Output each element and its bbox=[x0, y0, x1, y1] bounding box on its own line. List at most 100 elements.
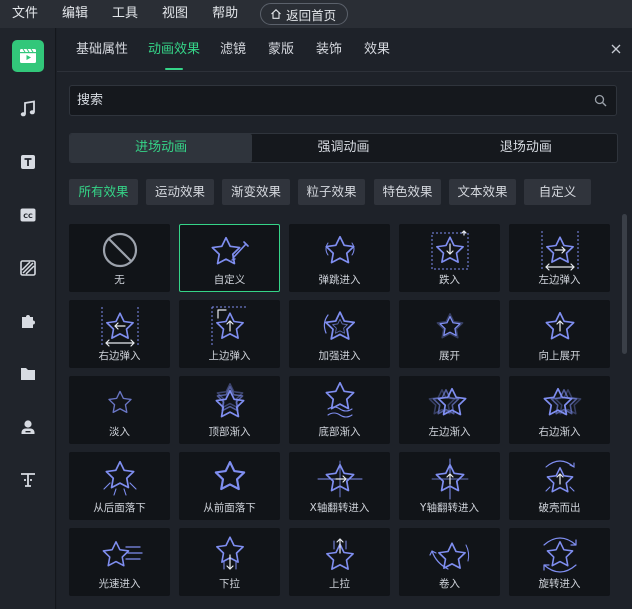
effect-pull-up[interactable]: 上拉 bbox=[289, 528, 390, 596]
chip-special[interactable]: 特色效果 bbox=[374, 179, 441, 205]
effect-custom[interactable]: 自定义 bbox=[179, 224, 280, 292]
search-box bbox=[69, 85, 617, 116]
effect-label: Y轴翻转进入 bbox=[420, 502, 479, 514]
menu-help[interactable]: 帮助 bbox=[200, 0, 250, 28]
properties-panel: 基础属性 动画效果 滤镜 蒙版 装饰 效果 进场动画 强调动画 退场动画 所有效… bbox=[57, 28, 632, 609]
effect-light-speed[interactable]: 光速进入 bbox=[69, 528, 170, 596]
star-animation-icon bbox=[102, 541, 143, 567]
effect-flip-x[interactable]: X轴翻转进入 bbox=[289, 452, 390, 520]
chip-motion[interactable]: 运动效果 bbox=[146, 179, 214, 205]
left-rail: CC bbox=[0, 28, 56, 609]
effect-label: 上拉 bbox=[329, 578, 350, 590]
text-icon bbox=[21, 155, 35, 169]
rail-music[interactable] bbox=[12, 93, 44, 125]
tab-effects[interactable]: 效果 bbox=[364, 28, 390, 72]
effect-label: 左边渐入 bbox=[428, 426, 471, 438]
rail-text-style[interactable] bbox=[12, 464, 44, 496]
search-icon[interactable] bbox=[594, 94, 607, 107]
effect-label: 加强进入 bbox=[318, 350, 361, 362]
effect-label: 从前面落下 bbox=[203, 502, 256, 514]
effect-fade-left[interactable]: 左边渐入 bbox=[399, 376, 500, 444]
effect-label: X轴翻转进入 bbox=[309, 502, 370, 514]
tab-basic-properties[interactable]: 基础属性 bbox=[76, 28, 128, 72]
rail-filter[interactable] bbox=[12, 252, 44, 284]
star-animation-icon bbox=[436, 313, 464, 339]
effect-none[interactable]: 无 bbox=[69, 224, 170, 292]
effect-label: 破壳而出 bbox=[538, 502, 581, 514]
star-animation-icon bbox=[431, 458, 469, 500]
svg-text:CC: CC bbox=[23, 212, 33, 220]
menu-file[interactable]: 文件 bbox=[0, 0, 50, 28]
star-animation-icon bbox=[101, 307, 139, 347]
rail-caption[interactable]: CC bbox=[12, 199, 44, 231]
scrollbar-thumb[interactable] bbox=[622, 214, 627, 354]
effect-emphasize-in[interactable]: 加强进入 bbox=[289, 300, 390, 368]
caption-icon: CC bbox=[20, 208, 36, 222]
rail-plugins[interactable] bbox=[12, 305, 44, 337]
tab-animation[interactable]: 动画效果 bbox=[148, 28, 200, 72]
effect-label: 右边弹入 bbox=[98, 350, 141, 362]
effect-fade-top[interactable]: 顶部渐入 bbox=[179, 376, 280, 444]
effect-label: 右边渐入 bbox=[538, 426, 581, 438]
menu-edit[interactable]: 编辑 bbox=[50, 0, 100, 28]
media-icon bbox=[20, 48, 36, 63]
effect-label: 上边弹入 bbox=[208, 350, 251, 362]
menu-view[interactable]: 视图 bbox=[150, 0, 200, 28]
menu-tools[interactable]: 工具 bbox=[100, 0, 150, 28]
home-button-label: 返回首页 bbox=[286, 7, 337, 23]
effect-roll-in[interactable]: 卷入 bbox=[399, 528, 500, 596]
rail-media[interactable] bbox=[12, 40, 44, 72]
star-animation-icon bbox=[323, 311, 356, 340]
tab-bar: 基础属性 动画效果 滤镜 蒙版 装饰 效果 bbox=[57, 28, 632, 72]
effect-bounce-left[interactable]: 左边弹入 bbox=[509, 224, 610, 292]
effect-hatch[interactable]: 破壳而出 bbox=[509, 452, 610, 520]
effect-rotate-in[interactable]: 旋转进入 bbox=[509, 528, 610, 596]
tab-mask[interactable]: 蒙版 bbox=[268, 28, 294, 72]
chip-text[interactable]: 文本效果 bbox=[449, 179, 516, 205]
filter-icon bbox=[20, 260, 36, 276]
avatar-icon bbox=[21, 420, 35, 434]
effect-drop-in[interactable]: 跌入 bbox=[399, 224, 500, 292]
star-animation-icon bbox=[543, 537, 577, 573]
segment-exit[interactable]: 退场动画 bbox=[435, 134, 617, 162]
effect-pull-down[interactable]: 下拉 bbox=[179, 528, 280, 596]
star-animation-icon bbox=[428, 387, 467, 416]
tab-decoration[interactable]: 装饰 bbox=[316, 28, 342, 72]
tab-filter[interactable]: 滤镜 bbox=[220, 28, 246, 72]
star-animation-icon bbox=[317, 460, 363, 498]
star-animation-icon bbox=[541, 231, 579, 271]
chip-custom[interactable]: 自定义 bbox=[524, 179, 591, 205]
effect-label: 底部渐入 bbox=[318, 426, 361, 438]
effect-label: 展开 bbox=[439, 350, 460, 362]
effect-fade-bottom[interactable]: 底部渐入 bbox=[289, 376, 390, 444]
chip-particle[interactable]: 粒子效果 bbox=[298, 179, 365, 205]
star-animation-icon bbox=[325, 235, 355, 264]
effect-bounce-in[interactable]: 弹跳进入 bbox=[289, 224, 390, 292]
search-input[interactable] bbox=[70, 86, 570, 115]
rail-avatar[interactable] bbox=[12, 411, 44, 443]
effect-expand[interactable]: 展开 bbox=[399, 300, 500, 368]
chip-gradient[interactable]: 渐变效果 bbox=[222, 179, 290, 205]
effect-fall-front[interactable]: 从前面落下 bbox=[179, 452, 280, 520]
effect-expand-up[interactable]: 向上展开 bbox=[509, 300, 610, 368]
star-animation-icon bbox=[108, 390, 132, 414]
segment-emphasis[interactable]: 强调动画 bbox=[252, 134, 434, 162]
effect-label: 弹跳进入 bbox=[318, 274, 361, 286]
folder-icon bbox=[21, 368, 35, 380]
rail-folder[interactable] bbox=[12, 358, 44, 390]
effect-bounce-top[interactable]: 上边弹入 bbox=[179, 300, 280, 368]
star-animation-icon bbox=[211, 236, 249, 265]
effect-fade-right[interactable]: 右边渐入 bbox=[509, 376, 610, 444]
segment-entrance[interactable]: 进场动画 bbox=[70, 134, 253, 162]
effect-fall-back[interactable]: 从后面落下 bbox=[69, 452, 170, 520]
effect-flip-y[interactable]: Y轴翻转进入 bbox=[399, 452, 500, 520]
effect-bounce-right[interactable]: 右边弹入 bbox=[69, 300, 170, 368]
rail-text[interactable] bbox=[12, 146, 44, 178]
close-icon[interactable] bbox=[609, 42, 623, 56]
home-button[interactable]: 返回首页 bbox=[260, 3, 349, 25]
star-animation-icon bbox=[431, 230, 469, 270]
effect-label: 跌入 bbox=[439, 274, 460, 286]
chip-all[interactable]: 所有效果 bbox=[69, 179, 138, 205]
music-icon bbox=[20, 100, 35, 117]
effect-fade-in[interactable]: 淡入 bbox=[69, 376, 170, 444]
